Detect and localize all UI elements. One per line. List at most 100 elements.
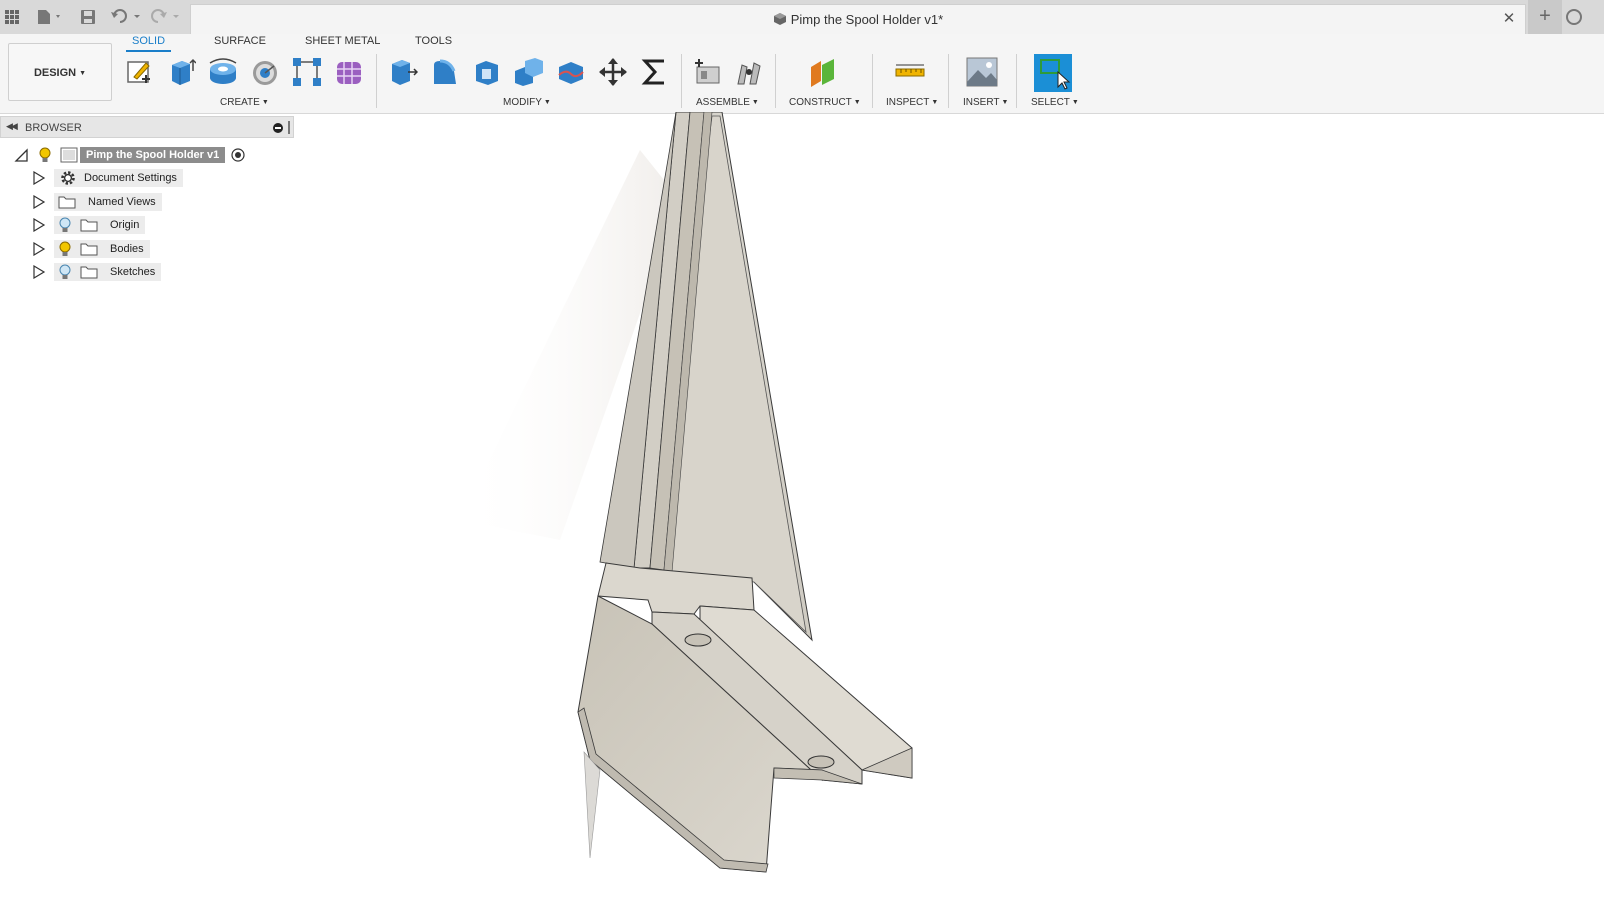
tab-sheet-metal[interactable]: SHEET METAL	[305, 35, 380, 51]
modify-menu-label: MODIFY	[503, 97, 542, 108]
gear-icon	[61, 170, 75, 185]
browser-item-row: Sketches	[54, 262, 162, 281]
combine-icon[interactable]	[512, 54, 546, 90]
save-icon[interactable]	[80, 0, 96, 34]
construct-menu[interactable]: CONSTRUCT ▼	[789, 97, 861, 108]
lightbulb-off-icon[interactable]	[58, 264, 72, 280]
create-sketch-icon[interactable]	[122, 54, 156, 90]
workspace-switcher[interactable]: DESIGN ▼	[8, 43, 112, 101]
lightbulb-icon[interactable]	[38, 147, 52, 163]
model-screw-hole	[684, 633, 712, 647]
replace-face-icon[interactable]	[554, 54, 588, 90]
select-menu-label: SELECT	[1031, 97, 1070, 108]
browser-root-node[interactable]: Pimp the Spool Holder v1	[14, 145, 245, 164]
folder-icon	[58, 196, 76, 208]
file-menu-icon[interactable]	[36, 0, 64, 34]
offset-plane-icon[interactable]	[806, 54, 840, 90]
expand-triangle-icon[interactable]	[32, 217, 46, 232]
ribbon-divider	[1016, 54, 1017, 108]
app-grid-icon[interactable]	[4, 0, 20, 34]
extrude-icon[interactable]	[164, 54, 198, 90]
browser-item-row: Document Settings	[54, 168, 183, 187]
new-tab-button[interactable]: +	[1528, 0, 1562, 34]
browser-item-named-views[interactable]: Named Views	[32, 192, 162, 211]
expand-triangle-icon[interactable]	[32, 241, 46, 256]
browser-item-document-settings[interactable]: Document Settings	[32, 168, 183, 187]
ribbon-divider	[948, 54, 949, 108]
folder-icon	[80, 266, 98, 278]
select-tool-button[interactable]	[1034, 54, 1072, 92]
collapse-panel-icon[interactable]: ◀◀	[6, 121, 18, 132]
browser-item-label: Document Settings	[80, 168, 183, 187]
activate-radio-icon[interactable]	[231, 147, 245, 162]
document-title: Pimp the Spool Holder v1*	[191, 12, 1525, 29]
document-title-text: Pimp the Spool Holder v1*	[790, 12, 944, 27]
component-icon	[773, 12, 787, 29]
insert-image-icon[interactable]	[965, 54, 999, 90]
expand-triangle-icon[interactable]	[32, 170, 46, 185]
chevron-down-icon: ▼	[751, 99, 759, 106]
browser-item-row: Origin	[54, 215, 146, 234]
expand-triangle-icon[interactable]	[32, 194, 46, 209]
close-tab-button[interactable]: ✕	[1501, 11, 1517, 27]
press-pull-icon[interactable]	[386, 54, 420, 90]
browser-title: BROWSER	[25, 122, 82, 134]
lightbulb-off-icon[interactable]	[58, 217, 72, 233]
workspace-label: DESIGN	[33, 67, 77, 79]
tab-solid[interactable]: SOLID	[126, 35, 172, 52]
construct-menu-label: CONSTRUCT	[789, 97, 852, 108]
tab-surface[interactable]: SURFACE	[214, 35, 266, 51]
chevron-down-icon: ▼	[1071, 99, 1079, 106]
move-icon[interactable]	[596, 54, 630, 90]
new-component-icon[interactable]	[690, 54, 724, 90]
modify-menu[interactable]: MODIFY ▼	[503, 97, 551, 108]
chevron-down-icon: ▼	[543, 99, 551, 106]
chevron-down-icon: ▼	[853, 99, 861, 106]
measure-icon[interactable]	[893, 54, 927, 90]
ribbon-divider	[376, 54, 377, 108]
browser-item-bodies[interactable]: Bodies	[32, 239, 150, 258]
spool-holder-model[interactable]	[460, 112, 913, 873]
browser-item-label: Bodies	[102, 239, 150, 258]
create-menu[interactable]: CREATE ▼	[220, 97, 269, 108]
assemble-menu-label: ASSEMBLE	[696, 97, 750, 108]
hole-icon[interactable]	[248, 54, 282, 90]
shell-icon[interactable]	[470, 54, 504, 90]
browser-item-label: Named Views	[80, 192, 162, 211]
lightbulb-icon[interactable]	[58, 241, 72, 257]
redo-icon[interactable]	[150, 0, 184, 34]
tab-tools[interactable]: TOOLS	[415, 35, 452, 51]
joint-icon[interactable]	[732, 54, 766, 90]
collapse-triangle-icon[interactable]	[14, 147, 28, 162]
panel-grip-handle[interactable]	[288, 121, 290, 134]
browser-item-label: Origin	[102, 215, 146, 234]
fillet-icon[interactable]	[428, 54, 462, 90]
pattern-icon[interactable]	[290, 54, 324, 90]
browser-item-origin[interactable]: Origin	[32, 215, 146, 234]
revolve-icon[interactable]	[206, 54, 240, 90]
assemble-menu[interactable]: ASSEMBLE ▼	[696, 97, 759, 108]
3d-viewport[interactable]	[300, 112, 1604, 902]
browser-item-row: Named Views	[54, 192, 162, 211]
inspect-menu-label: INSPECT	[886, 97, 930, 108]
inspect-menu[interactable]: INSPECT ▼	[886, 97, 938, 108]
expand-triangle-icon[interactable]	[32, 264, 46, 279]
folder-icon	[80, 243, 98, 255]
parameters-icon[interactable]	[638, 54, 672, 90]
form-icon[interactable]	[332, 54, 366, 90]
toolbar-ribbon: DESIGN ▼ SOLID SURFACE SHEET METAL TOOLS …	[0, 34, 1604, 114]
select-menu[interactable]: SELECT ▼	[1031, 97, 1079, 108]
extensions-icon[interactable]	[1566, 9, 1582, 25]
minimize-panel-icon[interactable]	[273, 123, 283, 133]
model-spike	[583, 751, 601, 859]
chevron-down-icon: ▼	[1001, 99, 1009, 106]
folder-icon	[80, 219, 98, 231]
browser-header: ◀◀ BROWSER	[0, 116, 294, 138]
browser-item-label: Sketches	[102, 262, 162, 281]
document-tab[interactable]: Pimp the Spool Holder v1* ✕	[190, 4, 1526, 34]
insert-menu[interactable]: INSERT ▼	[963, 97, 1008, 108]
undo-icon[interactable]	[110, 0, 144, 34]
browser-root-label: Pimp the Spool Holder v1	[80, 146, 226, 163]
create-menu-label: CREATE	[220, 97, 260, 108]
browser-item-sketches[interactable]: Sketches	[32, 262, 162, 281]
